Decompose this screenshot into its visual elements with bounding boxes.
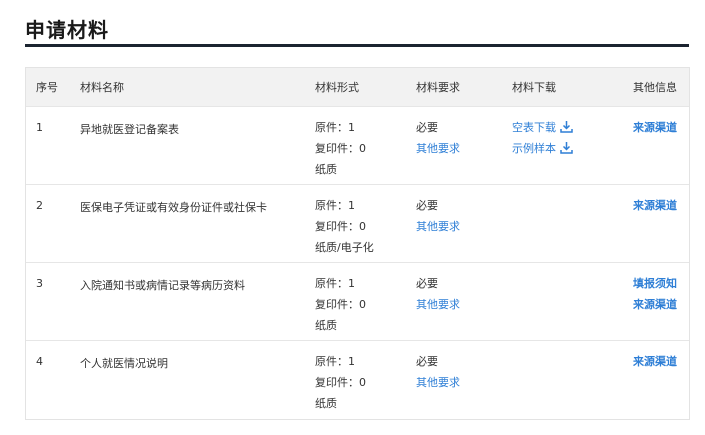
required-label: 必要 [416, 277, 438, 290]
form-copy: 复印件：0 [315, 376, 366, 389]
table-row: 2 医保电子凭证或有效身份证件或社保卡 原件：1 复印件：0 纸质/电子化 必要… [26, 184, 689, 263]
material-download [512, 340, 633, 419]
form-medium: 纸质 [315, 397, 337, 410]
download-icon[interactable] [560, 141, 573, 154]
source-channel-link[interactable]: 来源渠道 [633, 117, 689, 138]
blank-form-download[interactable]: 空表下载 [512, 117, 633, 138]
table-row: 4 个人就医情况说明 原件：1 复印件：0 纸质 必要 其他要求 来源渠道 [26, 340, 689, 419]
required-label: 必要 [416, 121, 438, 134]
filling-notice-link[interactable]: 填报须知 [633, 273, 689, 294]
form-copy: 复印件：0 [315, 220, 366, 233]
material-name: 入院通知书或病情记录等病历资料 [78, 262, 315, 341]
header-requirement: 材料要求 [416, 68, 512, 107]
material-form: 原件：1 复印件：0 纸质 [315, 106, 416, 185]
table-row: 3 入院通知书或病情记录等病历资料 原件：1 复印件：0 纸质 必要 其他要求 … [26, 262, 689, 341]
other-requirement-link[interactable]: 其他要求 [416, 372, 512, 393]
material-requirement: 必要 其他要求 [416, 262, 512, 341]
source-channel-link[interactable]: 来源渠道 [633, 351, 689, 372]
material-download [512, 184, 633, 263]
header-download: 材料下载 [512, 68, 633, 107]
material-form: 原件：1 复印件：0 纸质 [315, 262, 416, 341]
required-label: 必要 [416, 355, 438, 368]
sample-download[interactable]: 示例样本 [512, 138, 633, 159]
material-form: 原件：1 复印件：0 纸质 [315, 340, 416, 419]
material-name: 异地就医登记备案表 [78, 106, 315, 185]
other-requirement-link[interactable]: 其他要求 [416, 294, 512, 315]
material-download [512, 262, 633, 341]
blank-form-download-label[interactable]: 空表下载 [512, 121, 556, 134]
table-header-row: 序号 材料名称 材料形式 材料要求 材料下载 其他信息 [26, 68, 689, 107]
material-requirement: 必要 其他要求 [416, 340, 512, 419]
other-requirement-link[interactable]: 其他要求 [416, 138, 512, 159]
required-label: 必要 [416, 199, 438, 212]
materials-table: 序号 材料名称 材料形式 材料要求 材料下载 其他信息 1 异地就医登记备案表 … [25, 67, 690, 420]
row-no: 2 [26, 184, 78, 263]
form-original: 原件：1 [315, 121, 355, 134]
row-no: 1 [26, 106, 78, 185]
form-original: 原件：1 [315, 277, 355, 290]
material-name: 个人就医情况说明 [78, 340, 315, 419]
form-medium: 纸质/电子化 [315, 241, 374, 254]
header-form: 材料形式 [315, 68, 416, 107]
section-title: 申请材料 [25, 18, 109, 42]
material-other: 来源渠道 [633, 106, 689, 185]
material-name: 医保电子凭证或有效身份证件或社保卡 [78, 184, 315, 263]
source-channel-link[interactable]: 来源渠道 [633, 294, 689, 315]
row-no: 3 [26, 262, 78, 341]
form-medium: 纸质 [315, 319, 337, 332]
table-row: 1 异地就医登记备案表 原件：1 复印件：0 纸质 必要 其他要求 空表下载 示 [26, 106, 689, 185]
material-other: 填报须知 来源渠道 [633, 262, 689, 341]
other-requirement-link[interactable]: 其他要求 [416, 216, 512, 237]
row-no: 4 [26, 340, 78, 419]
form-copy: 复印件：0 [315, 298, 366, 311]
form-original: 原件：1 [315, 199, 355, 212]
form-medium: 纸质 [315, 163, 337, 176]
header-no: 序号 [26, 68, 78, 107]
sample-download-label[interactable]: 示例样本 [512, 142, 556, 155]
header-other: 其他信息 [633, 68, 689, 107]
title-divider [25, 44, 689, 47]
material-requirement: 必要 其他要求 [416, 184, 512, 263]
source-channel-link[interactable]: 来源渠道 [633, 195, 689, 216]
form-original: 原件：1 [315, 355, 355, 368]
material-requirement: 必要 其他要求 [416, 106, 512, 185]
material-form: 原件：1 复印件：0 纸质/电子化 [315, 184, 416, 263]
header-name: 材料名称 [78, 68, 315, 107]
material-other: 来源渠道 [633, 340, 689, 419]
download-icon[interactable] [560, 120, 573, 133]
material-download: 空表下载 示例样本 [512, 106, 633, 185]
form-copy: 复印件：0 [315, 142, 366, 155]
material-other: 来源渠道 [633, 184, 689, 263]
